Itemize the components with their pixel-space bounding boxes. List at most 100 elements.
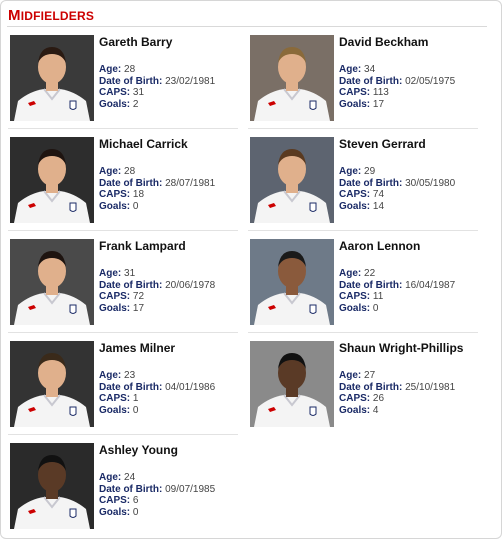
dob-label: Date of Birth: bbox=[99, 483, 163, 495]
card-divider bbox=[8, 128, 238, 129]
section-title-rest: IDFIELDERS bbox=[20, 9, 95, 23]
goals-label: Goals: bbox=[339, 302, 371, 314]
player-photo[interactable] bbox=[10, 137, 94, 223]
caps-value: 31 bbox=[132, 87, 145, 98]
midfielders-panel: MIDFIELDERS Gareth Barry Age: 28 Date of… bbox=[0, 0, 502, 539]
player-photo[interactable] bbox=[10, 341, 94, 427]
caps-value: 11 bbox=[372, 291, 384, 302]
caps-value: 113 bbox=[372, 87, 389, 98]
age-value: 28 bbox=[124, 64, 136, 75]
goals-label: Goals: bbox=[99, 506, 131, 518]
crest-icon bbox=[309, 304, 317, 314]
dob-value: 30/05/1980 bbox=[405, 177, 456, 189]
player-name[interactable]: Michael Carrick bbox=[99, 137, 188, 151]
portrait-image bbox=[10, 35, 94, 121]
portrait-image bbox=[10, 239, 94, 325]
section-divider bbox=[7, 26, 487, 27]
dob-label: Date of Birth: bbox=[99, 279, 163, 291]
dob-label: Date of Birth: bbox=[339, 381, 403, 393]
crest-icon bbox=[309, 100, 317, 110]
player-name[interactable]: David Beckham bbox=[339, 35, 428, 49]
player-card: Aaron Lennon Age: 22 Date of Birth: 16/0… bbox=[248, 237, 478, 333]
crest-icon bbox=[69, 508, 77, 518]
dob-value: 23/02/1981 bbox=[165, 75, 216, 87]
player-name[interactable]: Ashley Young bbox=[99, 443, 178, 457]
player-card: David Beckham Age: 34 Date of Birth: 02/… bbox=[248, 33, 478, 129]
age-label: Age: bbox=[339, 166, 362, 177]
player-card: Gareth Barry Age: 28 Date of Birth: 23/0… bbox=[8, 33, 238, 129]
player-stats: Age: 24 Date of Birth: 09/07/1985 CAPS: … bbox=[99, 472, 215, 518]
player-name[interactable]: Aaron Lennon bbox=[339, 239, 420, 253]
caps-label: CAPS: bbox=[99, 87, 131, 98]
goals-value: 4 bbox=[372, 404, 379, 416]
caps-label: CAPS: bbox=[339, 87, 371, 98]
player-photo[interactable] bbox=[10, 35, 94, 121]
card-divider bbox=[8, 332, 238, 333]
card-divider bbox=[248, 230, 478, 231]
age-value: 31 bbox=[124, 268, 136, 279]
player-name[interactable]: James Milner bbox=[99, 341, 175, 355]
player-photo[interactable] bbox=[250, 35, 334, 121]
portrait-image bbox=[10, 443, 94, 529]
caps-value: 26 bbox=[372, 393, 385, 404]
player-card: Michael Carrick Age: 28 Date of Birth: 2… bbox=[8, 135, 238, 231]
caps-label: CAPS: bbox=[99, 189, 131, 200]
caps-label: CAPS: bbox=[99, 495, 131, 506]
player-photo[interactable] bbox=[10, 443, 94, 529]
dob-label: Date of Birth: bbox=[339, 75, 403, 87]
goals-label: Goals: bbox=[339, 98, 371, 110]
goals-label: Goals: bbox=[339, 404, 371, 416]
portrait-image bbox=[10, 137, 94, 223]
crest-icon bbox=[69, 304, 77, 314]
dob-value: 28/07/1981 bbox=[165, 177, 216, 189]
goals-label: Goals: bbox=[99, 302, 131, 314]
goals-value: 0 bbox=[372, 302, 379, 314]
player-card: Frank Lampard Age: 31 Date of Birth: 20/… bbox=[8, 237, 238, 333]
player-photo[interactable] bbox=[10, 239, 94, 325]
dob-label: Date of Birth: bbox=[339, 279, 403, 291]
portrait-image bbox=[250, 341, 334, 427]
portrait-image bbox=[250, 35, 334, 121]
crest-icon bbox=[69, 100, 77, 110]
crest-icon bbox=[309, 406, 317, 416]
card-divider bbox=[8, 230, 238, 231]
goals-value: 17 bbox=[132, 302, 145, 314]
goals-label: Goals: bbox=[99, 200, 131, 212]
age-label: Age: bbox=[99, 166, 122, 177]
player-photo[interactable] bbox=[250, 341, 334, 427]
card-divider bbox=[248, 332, 478, 333]
age-value: 22 bbox=[364, 268, 376, 279]
player-card: James Milner Age: 23 Date of Birth: 04/0… bbox=[8, 339, 238, 435]
caps-label: CAPS: bbox=[339, 393, 371, 404]
goals-label: Goals: bbox=[99, 98, 131, 110]
card-divider bbox=[248, 128, 478, 129]
age-label: Age: bbox=[339, 64, 362, 75]
age-value: 29 bbox=[364, 166, 376, 177]
caps-label: CAPS: bbox=[99, 393, 131, 404]
caps-label: CAPS: bbox=[339, 189, 371, 200]
age-value: 28 bbox=[124, 166, 136, 177]
age-label: Age: bbox=[339, 268, 362, 279]
player-name[interactable]: Frank Lampard bbox=[99, 239, 186, 253]
goals-value: 2 bbox=[132, 98, 139, 110]
dob-value: 09/07/1985 bbox=[165, 483, 216, 495]
player-stats: Age: 28 Date of Birth: 23/02/1981 CAPS: … bbox=[99, 64, 215, 110]
age-value: 24 bbox=[124, 472, 136, 483]
player-stats: Age: 31 Date of Birth: 20/06/1978 CAPS: … bbox=[99, 268, 215, 314]
player-name[interactable]: Gareth Barry bbox=[99, 35, 172, 49]
card-divider bbox=[8, 434, 238, 435]
crest-icon bbox=[309, 202, 317, 212]
player-photo[interactable] bbox=[250, 137, 334, 223]
age-value: 34 bbox=[364, 64, 376, 75]
player-stats: Age: 28 Date of Birth: 28/07/1981 CAPS: … bbox=[99, 166, 215, 212]
caps-value: 74 bbox=[372, 189, 385, 200]
player-name[interactable]: Steven Gerrard bbox=[339, 137, 426, 151]
portrait-image bbox=[250, 137, 334, 223]
crest-icon bbox=[69, 406, 77, 416]
age-value: 27 bbox=[364, 370, 376, 381]
player-photo[interactable] bbox=[250, 239, 334, 325]
dob-label: Date of Birth: bbox=[99, 75, 163, 87]
goals-value: 14 bbox=[372, 200, 385, 212]
player-name[interactable]: Shaun Wright-Phillips bbox=[339, 341, 463, 355]
player-stats: Age: 22 Date of Birth: 16/04/1987 CAPS: … bbox=[339, 268, 455, 314]
